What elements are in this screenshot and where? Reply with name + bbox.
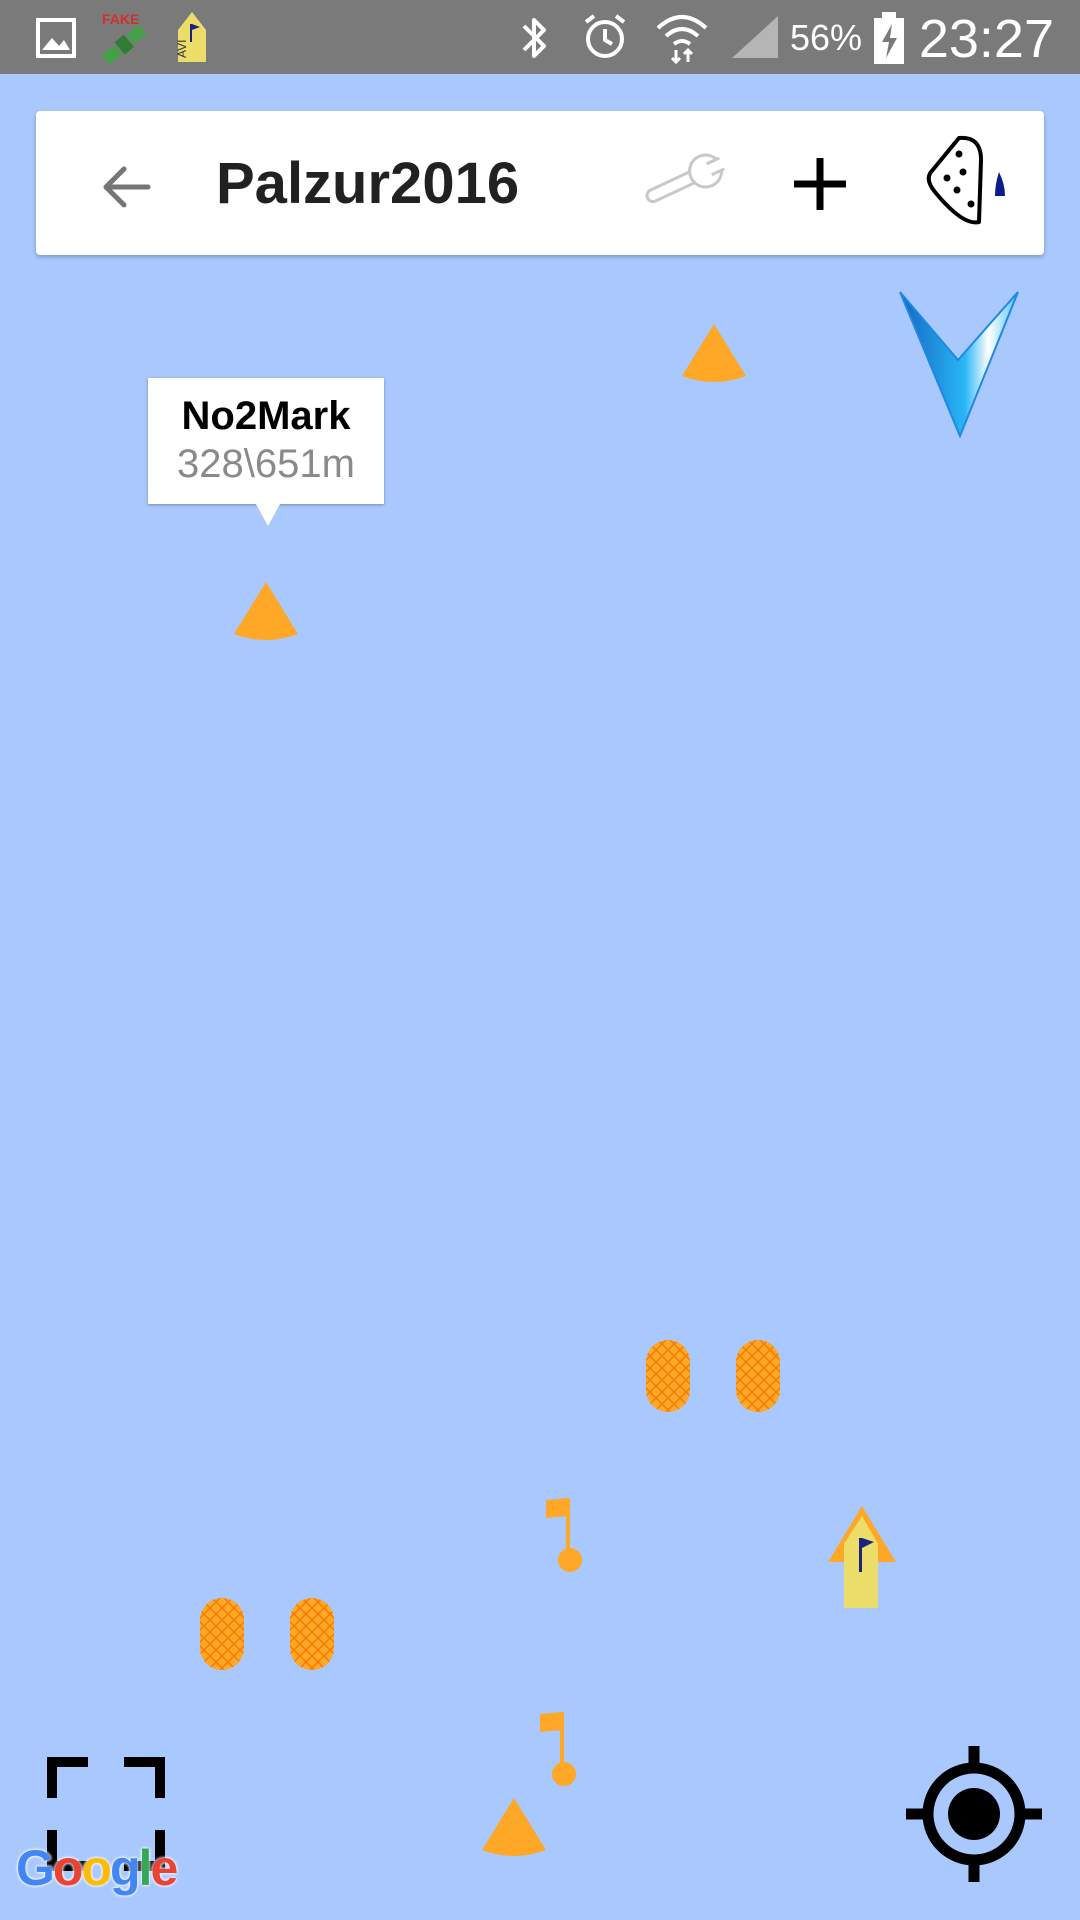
google-logo: Google	[16, 1840, 178, 1896]
barrel-buoy-icon[interactable]	[198, 1596, 246, 1672]
barrel-buoy-icon[interactable]	[644, 1338, 692, 1414]
fake-label: FAKE	[102, 11, 139, 27]
avi-label: AVI	[175, 40, 189, 58]
sail-course-icon	[926, 135, 1005, 225]
avi-app-icon: AVI	[175, 12, 206, 62]
settings-button[interactable]	[632, 137, 732, 227]
course-button[interactable]	[922, 129, 1018, 235]
clock: 23:27	[918, 9, 1054, 69]
logo-letter: o	[81, 1840, 112, 1896]
wrench-icon	[645, 153, 727, 204]
boat-icon[interactable]	[826, 1504, 898, 1610]
flag-buoy-icon[interactable]	[538, 1710, 582, 1790]
gallery-icon	[36, 18, 76, 58]
add-button[interactable]	[780, 139, 860, 229]
marker-info-window[interactable]: No2Mark 328\651m	[148, 378, 384, 504]
logo-letter: e	[150, 1840, 178, 1896]
plus-icon	[794, 158, 846, 210]
status-bar: FAKE AVI 56% 23:27	[0, 0, 1080, 74]
bluetooth-icon	[522, 18, 546, 58]
map-screen: FAKE AVI 56% 23:27 Palzur2016 No2Mark 32…	[0, 0, 1080, 1920]
logo-letter: l	[138, 1840, 153, 1896]
direction-arrow-icon	[899, 291, 1019, 439]
logo-letter: o	[52, 1840, 84, 1896]
back-button[interactable]	[86, 147, 166, 227]
logo-letter: g	[110, 1840, 141, 1896]
my-location-icon[interactable]	[904, 1744, 1044, 1884]
info-window-distance: 328\651m	[177, 442, 355, 486]
alarm-icon	[584, 14, 626, 58]
flag-buoy-icon[interactable]	[544, 1496, 588, 1576]
barrel-buoy-icon[interactable]	[734, 1338, 782, 1414]
signal-icon	[732, 16, 778, 58]
fake-gps-icon: FAKE	[101, 11, 147, 65]
info-window-pointer	[256, 504, 280, 526]
info-window-title: No2Mark	[181, 394, 351, 438]
page-title: Palzur2016	[216, 151, 520, 216]
barrel-buoy-icon[interactable]	[288, 1596, 336, 1672]
cone-buoy-icon[interactable]	[680, 322, 748, 384]
logo-letter: G	[16, 1840, 55, 1896]
arrow-left-icon	[103, 166, 151, 208]
cone-buoy-icon[interactable]	[480, 1796, 548, 1858]
battery-charging-icon	[874, 12, 904, 64]
toolbar: Palzur2016	[36, 111, 1044, 255]
wifi-icon	[656, 15, 708, 64]
cone-buoy-icon[interactable]	[232, 580, 300, 642]
battery-percent: 56%	[789, 17, 862, 58]
